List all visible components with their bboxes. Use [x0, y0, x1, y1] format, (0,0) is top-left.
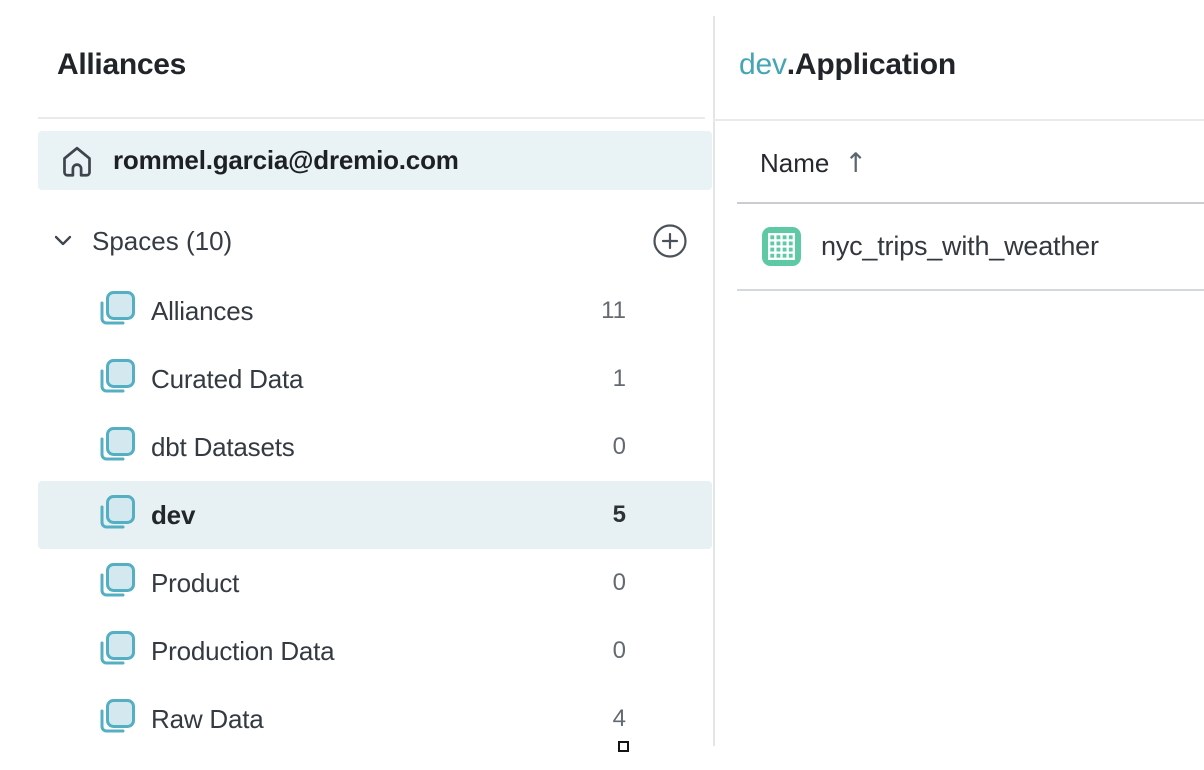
space-item-count: 1 [613, 365, 626, 393]
page-title: Application [795, 48, 956, 81]
column-header-label: Name [760, 148, 829, 179]
divider [38, 117, 705, 119]
space-icon [95, 628, 137, 674]
sidebar-item-dev[interactable]: dev 5 [38, 481, 712, 549]
space-item-count: 11 [601, 297, 626, 325]
space-item-label: Alliances [151, 296, 253, 327]
sidebar-panel: Alliances rommel.garcia@dremio.com Space… [0, 0, 713, 770]
add-space-button[interactable] [652, 223, 688, 259]
divider [713, 119, 1204, 121]
sidebar-item-production-data[interactable]: Production Data 0 [38, 617, 712, 685]
divider [737, 289, 1204, 291]
space-item-count: 4 [613, 705, 626, 733]
dataset-name: nyc_trips_with_weather [821, 231, 1099, 262]
space-item-label: dev [151, 500, 195, 531]
space-icon [95, 424, 137, 470]
column-header-name[interactable]: Name ↑ [760, 148, 867, 179]
space-item-label: dbt Datasets [151, 432, 295, 463]
space-icon [95, 288, 137, 334]
home-item[interactable]: rommel.garcia@dremio.com [38, 131, 712, 190]
dataset-table-icon [761, 226, 802, 267]
sidebar-item-curated-data[interactable]: Curated Data 1 [38, 345, 712, 413]
space-icon [95, 560, 137, 606]
space-icon [95, 492, 137, 538]
spaces-list: Alliances 11 Curated Data 1 dbt Datasets [38, 277, 712, 753]
sidebar-item-dbt-datasets[interactable]: dbt Datasets 0 [38, 413, 712, 481]
sidebar-item-alliances[interactable]: Alliances 11 [38, 277, 712, 345]
space-item-count: 5 [613, 501, 626, 529]
sidebar-item-product[interactable]: Product 0 [38, 549, 712, 617]
space-item-label: Curated Data [151, 364, 303, 395]
chevron-down-icon[interactable] [51, 230, 75, 252]
space-item-count: 0 [613, 637, 626, 665]
sidebar-title: Alliances [57, 48, 186, 82]
space-item-count: 0 [613, 569, 626, 597]
space-item-label: Raw Data [151, 704, 264, 735]
plus-circle-icon [652, 223, 688, 259]
space-item-label: Product [151, 568, 239, 599]
home-icon [58, 142, 96, 180]
sidebar-item-raw-data[interactable]: Raw Data 4 [38, 685, 712, 753]
breadcrumb-separator: . [787, 48, 795, 81]
space-icon [95, 356, 137, 402]
space-item-label: Production Data [151, 636, 334, 667]
space-item-count: 0 [613, 433, 626, 461]
breadcrumb: dev.Application [739, 48, 956, 82]
main-panel [715, 0, 1204, 770]
spaces-section-label: Spaces (10) [92, 226, 232, 257]
home-item-label: rommel.garcia@dremio.com [113, 145, 459, 176]
arrow-up-icon: ↑ [844, 148, 867, 179]
space-icon [95, 696, 137, 742]
stray-glyph-box [618, 741, 629, 752]
table-row[interactable]: nyc_trips_with_weather [737, 204, 1204, 289]
spaces-section-header[interactable]: Spaces (10) [38, 216, 712, 266]
breadcrumb-space-link[interactable]: dev [739, 48, 787, 81]
